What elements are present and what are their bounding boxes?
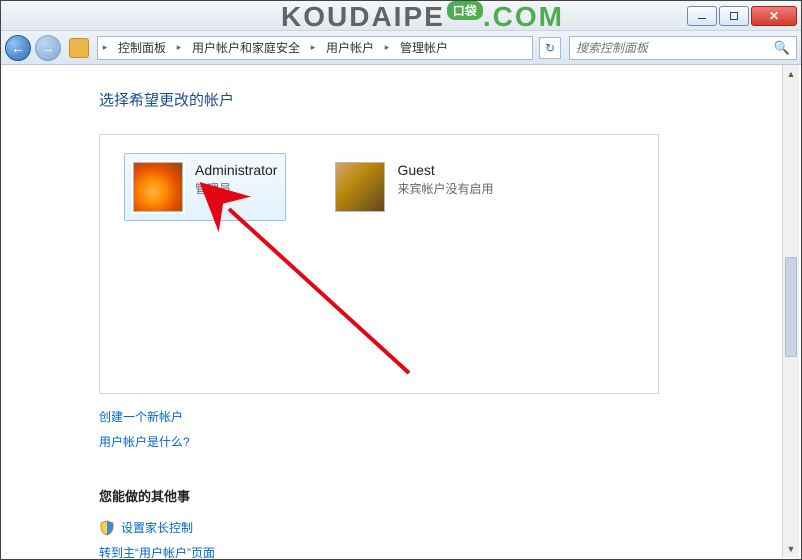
account-administrator[interactable]: Administrator 管理员 [124, 153, 286, 221]
maximize-button[interactable] [719, 6, 749, 26]
breadcrumb: ▸ 控制面板 ▸ 用户帐户和家庭安全 ▸ 用户帐户 ▸ 管理帐户 [97, 36, 533, 60]
close-button[interactable]: ✕ [751, 6, 797, 26]
scroll-down-button[interactable]: ▼ [783, 540, 799, 557]
accounts-panel: Administrator 管理员 Guest 来宾帐户没有启用 [99, 134, 659, 394]
search-input[interactable] [576, 41, 774, 55]
page-title: 选择希望更改的帐户 [99, 89, 801, 110]
scroll-thumb[interactable] [785, 257, 797, 357]
refresh-button[interactable]: ↻ [539, 37, 561, 59]
refresh-icon: ↻ [545, 41, 555, 55]
control-panel-icon [69, 38, 89, 58]
arrow-left-icon: ← [11, 40, 25, 56]
account-labels: Administrator 管理员 [195, 162, 277, 212]
account-labels: Guest 来宾帐户没有启用 [397, 162, 493, 212]
breadcrumb-item-control-panel[interactable]: 控制面板 [112, 37, 172, 59]
search-box[interactable]: 🔍 [569, 36, 797, 60]
breadcrumb-item-user-accounts[interactable]: 用户帐户 [320, 37, 380, 59]
minimize-icon [698, 18, 706, 19]
vertical-scrollbar[interactable]: ▲ ▼ [782, 65, 799, 557]
avatar [335, 162, 385, 212]
arrow-right-icon: → [41, 40, 55, 56]
shield-icon [99, 520, 115, 536]
chevron-right-icon[interactable]: ▸ [380, 37, 394, 59]
link-parental-controls[interactable]: 设置家长控制 [121, 519, 193, 536]
chevron-right-icon[interactable]: ▸ [98, 37, 112, 59]
account-guest[interactable]: Guest 来宾帐户没有启用 [326, 153, 502, 221]
link-what-is-account[interactable]: 用户帐户是什么? [99, 433, 801, 450]
breadcrumb-item-manage-accounts[interactable]: 管理帐户 [394, 37, 454, 59]
window-titlebar: ✕ [1, 1, 801, 31]
forward-button[interactable]: → [35, 35, 61, 61]
account-name: Guest [397, 162, 493, 178]
chevron-right-icon[interactable]: ▸ [172, 37, 186, 59]
link-main-user-accounts[interactable]: 转到主“用户帐户”页面 [99, 544, 801, 559]
avatar [133, 162, 183, 212]
scroll-up-button[interactable]: ▲ [783, 65, 799, 82]
account-role: 管理员 [195, 180, 277, 197]
toolbar: ← → ▸ 控制面板 ▸ 用户帐户和家庭安全 ▸ 用户帐户 ▸ 管理帐户 ↻ 🔍 [1, 31, 801, 65]
maximize-icon [730, 12, 738, 20]
close-icon: ✕ [769, 9, 779, 23]
other-actions: 设置家长控制 转到主“用户帐户”页面 [99, 519, 801, 559]
account-actions: 创建一个新帐户 用户帐户是什么? [99, 408, 801, 450]
account-role: 来宾帐户没有启用 [397, 180, 493, 197]
chevron-right-icon[interactable]: ▸ [306, 37, 320, 59]
link-create-account[interactable]: 创建一个新帐户 [99, 408, 801, 425]
back-button[interactable]: ← [5, 35, 31, 61]
content-area: 选择希望更改的帐户 Administrator 管理员 Guest 来宾帐户没有… [1, 65, 801, 559]
account-name: Administrator [195, 162, 277, 178]
other-actions-title: 您能做的其他事 [99, 486, 801, 505]
search-icon[interactable]: 🔍 [774, 40, 790, 56]
breadcrumb-item-user-accounts-family[interactable]: 用户帐户和家庭安全 [186, 37, 306, 59]
minimize-button[interactable] [687, 6, 717, 26]
